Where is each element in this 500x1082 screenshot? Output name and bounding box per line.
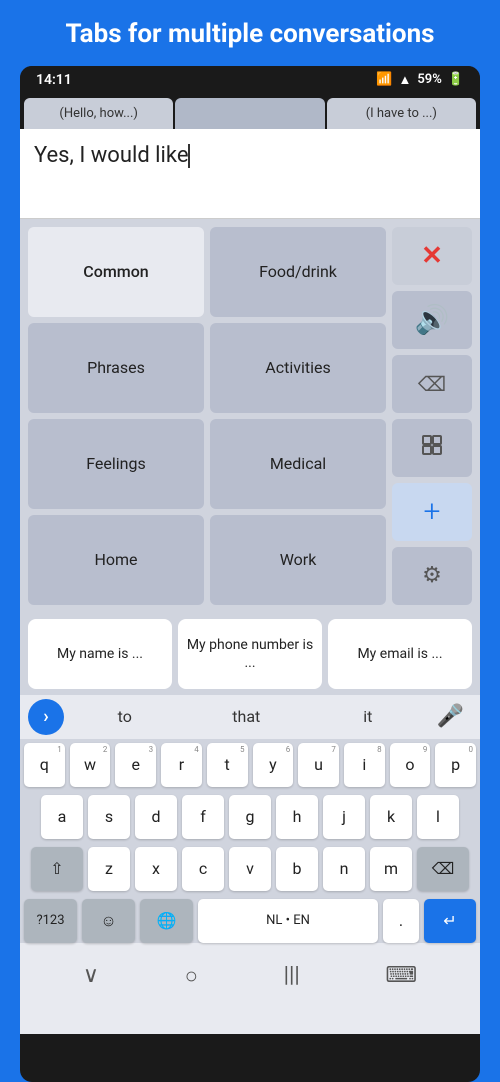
keyboard: q1 w2 e3 r4 t5 y6 u7 i8 o9 p0 a s d f g … xyxy=(20,739,480,943)
enter-key[interactable]: ↵ xyxy=(424,899,476,943)
cat-food[interactable]: Food/drink xyxy=(210,227,386,317)
cat-activities[interactable]: Activities xyxy=(210,323,386,413)
space-key[interactable]: NL • EN xyxy=(198,899,378,943)
key-j[interactable]: j xyxy=(323,795,365,839)
status-time: 14:11 xyxy=(36,72,72,88)
key-w[interactable]: w2 xyxy=(70,743,111,787)
settings-button[interactable]: ⚙ xyxy=(392,547,472,605)
key-x[interactable]: x xyxy=(135,847,177,891)
key-a[interactable]: a xyxy=(41,795,83,839)
key-l[interactable]: l xyxy=(417,795,459,839)
backspace-button[interactable]: ⌫ xyxy=(392,355,472,413)
key-y[interactable]: y6 xyxy=(253,743,294,787)
suggest-arrow-button[interactable]: › xyxy=(28,699,64,735)
shift-key[interactable]: ⇧ xyxy=(31,847,83,891)
typed-text: Yes, I would like xyxy=(34,141,466,172)
numbers-key[interactable]: ?123 xyxy=(24,899,77,943)
nav-bar: ∨ ○ ||| ⌨ xyxy=(20,951,480,1005)
key-d[interactable]: d xyxy=(135,795,177,839)
key-t[interactable]: t5 xyxy=(207,743,248,787)
page-title: Tabs for multiple conversations xyxy=(20,18,480,52)
key-row-3: ⇧ z x c v b n m ⌫ xyxy=(24,847,476,891)
key-m[interactable]: m xyxy=(370,847,412,891)
tab-3[interactable]: (I have to ...) xyxy=(327,98,476,129)
wifi-icon: 📶 xyxy=(376,72,392,87)
suggest-that[interactable]: that xyxy=(186,699,308,734)
phrase-row: My name is ... My phone number is ... My… xyxy=(20,613,480,695)
action-column: ✕ 🔊 ⌫ xyxy=(392,227,472,605)
suggest-it[interactable]: it xyxy=(307,699,429,734)
expand-icon xyxy=(421,434,443,461)
key-h[interactable]: h xyxy=(276,795,318,839)
key-e[interactable]: e3 xyxy=(115,743,156,787)
battery-text: 59% xyxy=(417,72,441,87)
cat-medical[interactable]: Medical xyxy=(210,419,386,509)
key-q[interactable]: q1 xyxy=(24,743,65,787)
close-icon: ✕ xyxy=(421,241,443,271)
key-v[interactable]: v xyxy=(229,847,271,891)
globe-key[interactable]: 🌐 xyxy=(140,899,193,943)
backspace-icon: ⌫ xyxy=(418,372,446,396)
expand-button[interactable] xyxy=(392,419,472,477)
key-c[interactable]: c xyxy=(182,847,224,891)
close-button[interactable]: ✕ xyxy=(392,227,472,285)
cat-feelings[interactable]: Feelings xyxy=(28,419,204,509)
mic-button[interactable]: 🎤 xyxy=(429,700,472,733)
add-icon: + xyxy=(424,494,441,529)
period-key[interactable]: . xyxy=(383,899,419,943)
key-n[interactable]: n xyxy=(323,847,365,891)
tab-2[interactable] xyxy=(175,98,324,129)
phrase-email[interactable]: My email is ... xyxy=(328,619,472,689)
status-bar: 14:11 📶 ▲ 59% 🔋 xyxy=(20,66,480,94)
signal-icon: ▲ xyxy=(398,72,411,88)
keyboard-backspace-key[interactable]: ⌫ xyxy=(417,847,469,891)
tab-1[interactable]: (Hello, how...) xyxy=(24,98,173,129)
speaker-icon: 🔊 xyxy=(415,303,450,336)
cat-work[interactable]: Work xyxy=(210,515,386,605)
key-z[interactable]: z xyxy=(88,847,130,891)
suggest-to[interactable]: to xyxy=(64,699,186,734)
speaker-button[interactable]: 🔊 xyxy=(392,291,472,349)
category-grid: Common Food/drink Phrases Activities Fee… xyxy=(20,219,480,613)
gear-icon: ⚙ xyxy=(422,563,442,588)
battery-icon: 🔋 xyxy=(448,72,464,87)
nav-keyboard-button[interactable]: ⌨ xyxy=(385,963,417,988)
nav-recents-button[interactable]: ||| xyxy=(284,963,300,988)
key-b[interactable]: b xyxy=(276,847,318,891)
cat-home[interactable]: Home xyxy=(28,515,204,605)
key-row-1: q1 w2 e3 r4 t5 y6 u7 i8 o9 p0 xyxy=(24,743,476,787)
phrase-name[interactable]: My name is ... xyxy=(28,619,172,689)
key-r[interactable]: r4 xyxy=(161,743,202,787)
key-s[interactable]: s xyxy=(88,795,130,839)
key-row-4: ?123 ☺ 🌐 NL • EN . ↵ xyxy=(24,899,476,943)
phrase-phone[interactable]: My phone number is ... xyxy=(178,619,322,689)
key-i[interactable]: i8 xyxy=(344,743,385,787)
key-o[interactable]: o9 xyxy=(390,743,431,787)
suggestions-row: › to that it 🎤 xyxy=(20,695,480,739)
cat-phrases[interactable]: Phrases xyxy=(28,323,204,413)
nav-home-button[interactable]: ○ xyxy=(185,963,198,989)
emoji-key[interactable]: ☺ xyxy=(82,899,135,943)
key-p[interactable]: p0 xyxy=(435,743,476,787)
text-input-area[interactable]: Yes, I would like xyxy=(20,129,480,219)
key-u[interactable]: u7 xyxy=(298,743,339,787)
key-f[interactable]: f xyxy=(182,795,224,839)
nav-back-button[interactable]: ∨ xyxy=(83,963,99,988)
cat-common[interactable]: Common xyxy=(28,227,204,317)
add-button[interactable]: + xyxy=(392,483,472,541)
key-k[interactable]: k xyxy=(370,795,412,839)
key-row-2: a s d f g h j k l xyxy=(24,795,476,839)
tabs-row: (Hello, how...) (I have to ...) xyxy=(20,94,480,129)
key-g[interactable]: g xyxy=(229,795,271,839)
